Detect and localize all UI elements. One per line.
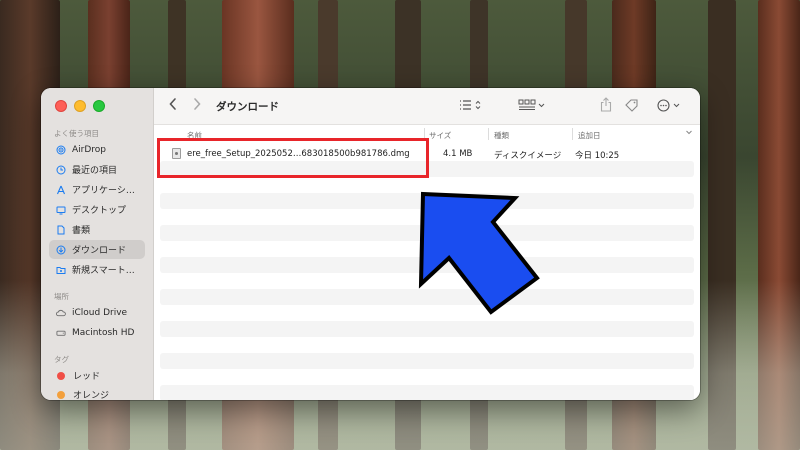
- sidebar: よく使う項目 AirDrop 最近の項目 アプリケーシ… デスクトップ 書類 ダ…: [41, 88, 154, 400]
- disk-icon: [56, 328, 66, 338]
- sidebar-item-label: オレンジ: [73, 391, 110, 400]
- window-title: ダウンロード: [216, 101, 279, 113]
- sidebar-item-label: Macintosh HD: [72, 327, 135, 338]
- column-kind[interactable]: 種類: [494, 130, 509, 141]
- column-date-added[interactable]: 追加日: [578, 130, 601, 141]
- tag-icon[interactable]: [625, 99, 639, 115]
- smart-folder-icon: [56, 265, 66, 275]
- sidebar-item-label: アプリケーシ…: [72, 186, 135, 196]
- sidebar-item-label: 書類: [72, 226, 91, 236]
- sidebar-item-smart-folder[interactable]: 新規スマート…: [49, 260, 145, 279]
- share-icon[interactable]: [600, 97, 612, 115]
- sidebar-item-documents[interactable]: 書類: [49, 220, 145, 239]
- highlight-box: [157, 138, 429, 178]
- group-view-icon[interactable]: [518, 99, 546, 114]
- sidebar-item-label: AirDrop: [72, 144, 107, 155]
- column-size[interactable]: サイズ: [429, 130, 451, 141]
- desktop-icon: [56, 205, 66, 215]
- sidebar-item-macintosh-hd[interactable]: Macintosh HD: [49, 323, 145, 342]
- chevron-down-icon[interactable]: [685, 128, 693, 138]
- clock-icon: [56, 165, 66, 175]
- download-icon: [56, 245, 66, 255]
- sidebar-item-tag-red[interactable]: レッド: [49, 366, 145, 385]
- zoom-button[interactable]: [93, 100, 105, 112]
- locations-section-title: 場所: [54, 292, 69, 301]
- cloud-icon: [56, 308, 66, 318]
- file-size: 4.1 MB: [443, 149, 473, 159]
- orange-tag-icon: [57, 390, 65, 399]
- sidebar-item-airdrop[interactable]: AirDrop: [49, 140, 145, 159]
- list-view-icon[interactable]: [459, 99, 483, 114]
- window-controls: [55, 100, 105, 112]
- finder-window: よく使う項目 AirDrop 最近の項目 アプリケーシ… デスクトップ 書類 ダ…: [41, 88, 700, 400]
- empty-row: [160, 321, 694, 337]
- tags-section-title: タグ: [54, 355, 69, 364]
- minimize-button[interactable]: [74, 100, 86, 112]
- empty-row: [160, 353, 694, 369]
- file-kind: ディスクイメージ: [494, 151, 562, 161]
- sidebar-item-label: 新規スマート…: [72, 266, 135, 276]
- sidebar-item-icloud-drive[interactable]: iCloud Drive: [49, 303, 145, 322]
- column-divider: [572, 128, 573, 140]
- document-icon: [56, 225, 66, 235]
- airdrop-icon: [56, 145, 66, 155]
- sidebar-item-desktop[interactable]: デスクトップ: [49, 200, 145, 219]
- favorites-section-title: よく使う項目: [54, 129, 99, 138]
- red-tag-icon: [57, 371, 65, 380]
- close-button[interactable]: [55, 100, 67, 112]
- sidebar-item-tag-orange[interactable]: オレンジ: [49, 385, 145, 400]
- forward-icon[interactable]: [192, 97, 202, 114]
- sidebar-item-label: ダウンロード: [72, 246, 127, 256]
- sidebar-item-label: レッド: [73, 372, 101, 382]
- sidebar-item-recents[interactable]: 最近の項目: [49, 160, 145, 179]
- back-icon[interactable]: [168, 97, 178, 114]
- pointer-arrow: [418, 191, 540, 315]
- sidebar-item-applications[interactable]: アプリケーシ…: [49, 180, 145, 199]
- empty-row: [160, 369, 694, 385]
- empty-row: [160, 385, 694, 400]
- empty-row: [160, 337, 694, 353]
- column-divider: [488, 128, 489, 140]
- toolbar: ダウンロード: [154, 88, 700, 125]
- file-date-added: 今日 10:25: [575, 151, 620, 161]
- more-actions-icon[interactable]: [657, 99, 683, 115]
- sidebar-item-label: 最近の項目: [72, 166, 118, 176]
- applications-icon: [56, 185, 66, 195]
- sidebar-item-label: デスクトップ: [72, 206, 127, 216]
- sidebar-item-downloads[interactable]: ダウンロード: [49, 240, 145, 259]
- sidebar-item-label: iCloud Drive: [72, 307, 128, 318]
